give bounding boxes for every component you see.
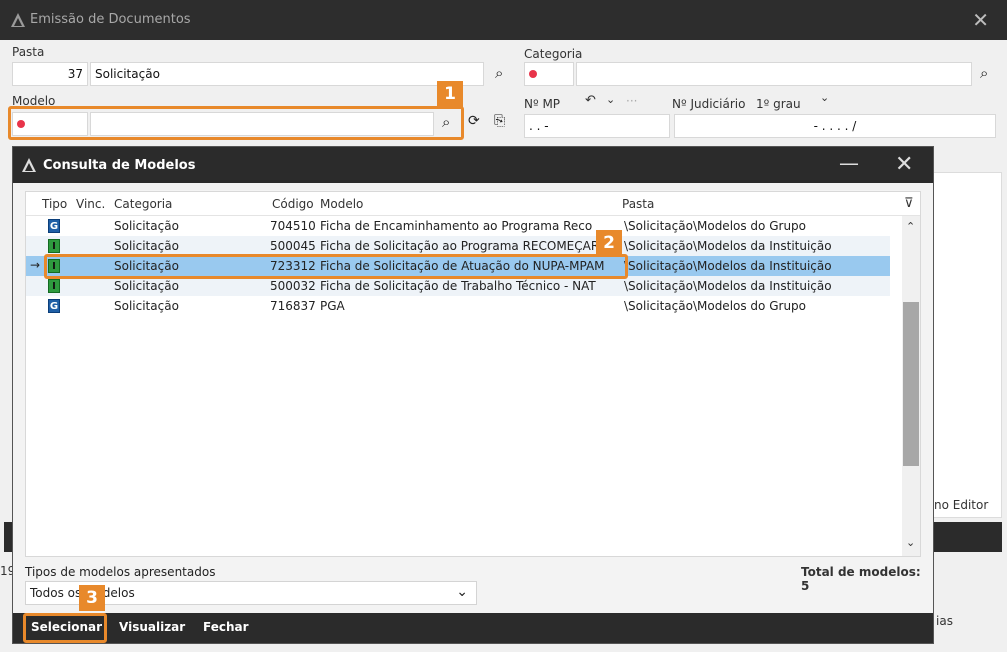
highlight-box-3 — [23, 613, 107, 643]
table-row[interactable]: I Solicitação 500032 Ficha de Solicitaçã… — [26, 276, 890, 296]
cell-codigo: 716837 — [270, 299, 316, 313]
nmp-field[interactable]: . . - — [524, 114, 670, 138]
cell-pasta: \Solicitação\Modelos do Grupo — [624, 219, 807, 233]
background-bar — [930, 522, 1002, 552]
background-panel — [930, 172, 1002, 518]
cell-codigo: 500045 — [270, 239, 316, 253]
chevron-down-icon[interactable]: ⌄ — [606, 93, 615, 106]
filter-icon[interactable]: ⊽ — [904, 196, 914, 211]
col-vinc[interactable]: Vinc. — [76, 197, 105, 211]
fechar-button[interactable]: Fechar — [203, 620, 249, 634]
categoria-code-field[interactable] — [524, 62, 574, 86]
scrollbar-thumb[interactable] — [903, 302, 919, 466]
step-badge-1: 1 — [437, 81, 463, 107]
cell-pasta: \Solicitação\Modelos da Instituição — [624, 239, 832, 253]
grau-chevron-icon[interactable]: ⌄ — [820, 91, 829, 104]
col-tipo[interactable]: Tipo — [42, 197, 67, 211]
undo-icon[interactable]: ↶ — [585, 93, 596, 108]
col-codigo[interactable]: Código — [272, 197, 314, 211]
scroll-up-icon[interactable]: ⌃ — [906, 220, 915, 233]
cell-pasta: \Solicitação\Modelos da Instituição — [624, 279, 832, 293]
categoria-search-icon[interactable]: ⌕ — [980, 64, 988, 82]
tipo-badge: G — [48, 299, 60, 313]
cell-pasta: \Solicitação\Modelos da Instituição — [624, 259, 832, 273]
categoria-value-field[interactable] — [576, 62, 972, 86]
editor-text: no Editor — [934, 498, 989, 512]
cell-codigo: 704510 — [270, 219, 316, 233]
dialog-titlebar: Consulta de Modelos — ✕ — [13, 147, 933, 183]
highlight-box-1 — [8, 106, 464, 140]
cell-categoria: Solicitação — [114, 219, 179, 233]
main-titlebar: Emissão de Documentos ✕ — [0, 0, 1007, 40]
chevron-down-icon[interactable]: ⌄ — [456, 584, 468, 600]
bottom-right-text: ias — [936, 614, 953, 628]
tipo-badge: G — [48, 219, 60, 233]
categoria-label: Categoria — [524, 47, 583, 61]
cell-modelo: Ficha de Solicitação ao Programa RECOMEÇ… — [320, 239, 600, 253]
judiciario-field[interactable]: - . . . . / — [674, 114, 996, 138]
tipo-badge: I — [48, 279, 60, 293]
step-badge-3: 3 — [79, 585, 105, 611]
vertical-scrollbar[interactable]: ⌃ ⌄ — [902, 216, 920, 556]
highlight-box-2 — [44, 254, 628, 279]
app-logo-icon — [11, 13, 25, 27]
step-badge-2: 2 — [596, 230, 622, 256]
required-dot — [529, 70, 537, 78]
cell-categoria: Solicitação — [114, 239, 179, 253]
col-pasta[interactable]: Pasta — [622, 197, 654, 211]
consulta-modelos-dialog: Consulta de Modelos — ✕ Tipo Vinc. Categ… — [12, 146, 934, 644]
models-grid: Tipo Vinc. Categoria Código Modelo Pasta… — [25, 191, 921, 557]
doc-preview-icon[interactable]: ⎘ — [494, 113, 505, 129]
tipo-badge: I — [48, 239, 60, 253]
cell-modelo: Ficha de Encaminhamento ao Programa Reco — [320, 219, 593, 233]
visualizar-button[interactable]: Visualizar — [119, 620, 185, 634]
dialog-title: Consulta de Modelos — [43, 158, 196, 173]
close-icon[interactable]: ✕ — [895, 152, 913, 177]
cell-pasta: \Solicitação\Modelos do Grupo — [624, 299, 807, 313]
pasta-label: Pasta — [12, 45, 45, 59]
table-row[interactable]: I Solicitação 500045 Ficha de Solicitaçã… — [26, 236, 890, 256]
total-label: Total de modelos: 5 — [801, 565, 921, 593]
more-icon[interactable]: ··· — [626, 94, 637, 108]
window-title: Emissão de Documentos — [30, 12, 191, 27]
cell-categoria: Solicitação — [114, 279, 179, 293]
cell-categoria: Solicitação — [114, 299, 179, 313]
nmp-label: Nº MP — [524, 97, 561, 111]
cell-modelo: PGA — [320, 299, 345, 313]
cell-codigo: 500032 — [270, 279, 316, 293]
current-row-arrow-icon: → — [30, 258, 41, 272]
grau-select[interactable]: 1º grau — [756, 97, 801, 111]
app-logo-icon — [22, 158, 36, 172]
tipos-label: Tipos de modelos apresentados — [25, 565, 216, 579]
cell-modelo: Ficha de Solicitação de Trabalho Técnico… — [320, 279, 596, 293]
judiciario-label: Nº Judiciário — [672, 97, 746, 111]
grid-header: Tipo Vinc. Categoria Código Modelo Pasta… — [26, 192, 920, 216]
button-bar: Selecionar Visualizar Fechar — [13, 613, 933, 643]
pasta-value-field[interactable]: Solicitação — [90, 62, 484, 86]
table-row[interactable]: G Solicitação 704510 Ficha de Encaminham… — [26, 216, 890, 236]
col-categoria[interactable]: Categoria — [114, 197, 172, 211]
table-row[interactable]: G Solicitação 716837 PGA \Solicitação\Mo… — [26, 296, 890, 316]
minimize-icon[interactable]: — — [839, 151, 859, 175]
pasta-search-icon[interactable]: ⌕ — [495, 64, 503, 82]
col-modelo[interactable]: Modelo — [320, 197, 363, 211]
close-icon[interactable]: ✕ — [972, 8, 989, 32]
pasta-code-field[interactable]: 37 — [12, 62, 88, 86]
scroll-down-icon[interactable]: ⌄ — [906, 536, 915, 549]
search-doc-icon[interactable]: ⟳ — [468, 113, 480, 129]
